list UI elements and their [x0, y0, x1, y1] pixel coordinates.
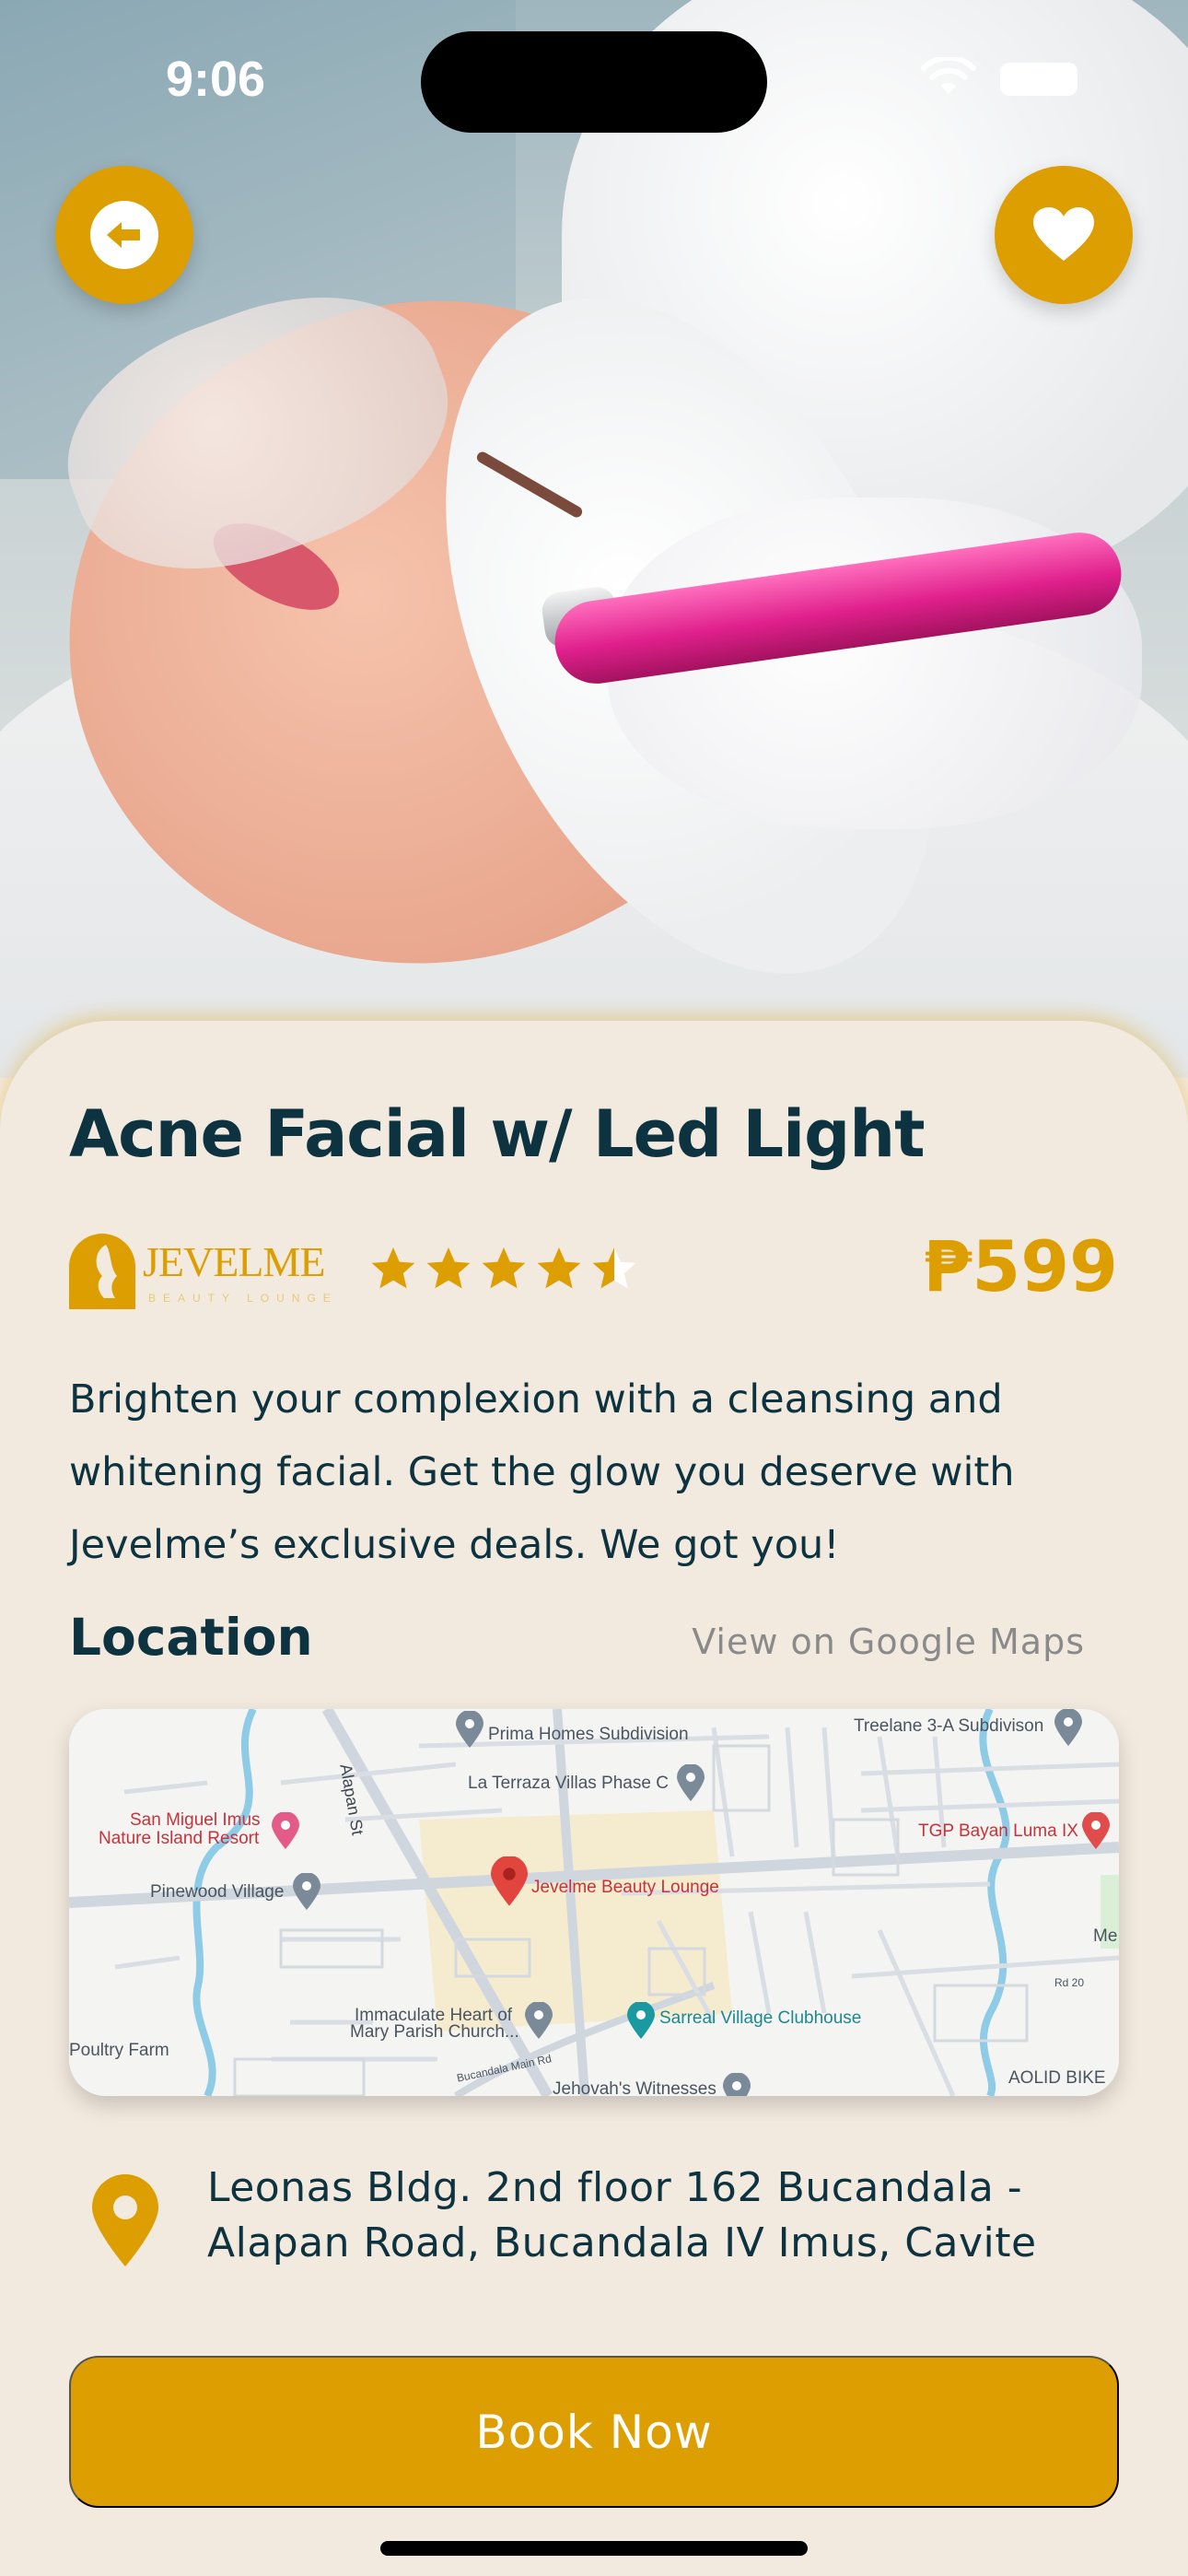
- location-marker-icon: [491, 1856, 528, 1906]
- hero-photo: [0, 0, 1188, 1078]
- battery-icon: [1000, 63, 1077, 96]
- back-arrow-icon: [90, 201, 158, 269]
- map-pin-icon: [456, 1711, 483, 1748]
- map-pin-icon: [723, 2073, 751, 2096]
- map-pin-icon: [1082, 1812, 1110, 1849]
- star-icon: [426, 1247, 471, 1289]
- dynamic-island: [421, 31, 767, 133]
- favorite-button[interactable]: [995, 166, 1133, 304]
- map-label: Jevelme Beauty Lounge: [531, 1878, 719, 1897]
- map-label: TGP Bayan Luma IX: [918, 1821, 1078, 1841]
- service-description: Brighten your complexion with a cleansin…: [69, 1376, 1015, 1568]
- map-label: Mary Parish Church...: [350, 2022, 519, 2042]
- service-price: ₱599: [923, 1225, 1118, 1307]
- status-time: 9:06: [166, 52, 266, 107]
- brand-logo: JEVELME BEAUTY LOUNGE: [69, 1230, 345, 1313]
- map-label: AOLID BIKE: [1008, 2068, 1106, 2088]
- map-label: Nature Island Resort: [99, 1829, 260, 1848]
- map-label: San Miguel Imus: [130, 1810, 261, 1830]
- map-label: Prima Homes Subdivision: [488, 1725, 689, 1744]
- book-now-button[interactable]: Book Now: [69, 2356, 1119, 2508]
- view-on-google-maps-link[interactable]: View on Google Maps: [692, 1622, 1085, 1662]
- svg-text:BEAUTY LOUNGE: BEAUTY LOUNGE: [148, 1292, 338, 1305]
- location-pin-icon: [92, 2174, 158, 2266]
- svg-text:JEVELME: JEVELME: [143, 1238, 324, 1285]
- home-indicator: [380, 2541, 808, 2556]
- map-label: Sarreal Village Clubhouse: [659, 2008, 862, 2028]
- map-pin-icon: [1054, 1709, 1082, 1746]
- half-star-icon: [592, 1247, 636, 1289]
- map-pin-icon: [293, 1873, 320, 1910]
- map-label: Me: [1093, 1926, 1118, 1946]
- star-icon: [537, 1247, 581, 1289]
- service-title: Acne Facial w/ Led Light: [69, 1096, 926, 1172]
- map-pin-icon: [677, 1764, 705, 1801]
- map-label: La Terraza Villas Phase C: [468, 1774, 669, 1793]
- map-label: Jehovah's Witnesses: [553, 2079, 716, 2096]
- map-label: Rd 20: [1054, 1976, 1085, 1989]
- star-icon: [482, 1247, 526, 1289]
- location-heading: Location: [69, 1608, 313, 1667]
- map-pin-icon: [272, 1812, 299, 1849]
- map-label: Treelane 3-A Subdivison: [854, 1716, 1044, 1736]
- map-label: Pinewood Village: [150, 1882, 285, 1902]
- location-map[interactable]: Prima Homes Subdivision Treelane 3-A Sub…: [69, 1709, 1119, 2096]
- back-button[interactable]: [55, 166, 193, 304]
- map-label: Poultry Farm: [69, 2041, 169, 2060]
- address-text: Leonas Bldg. 2nd floor 162 Bucandala - A…: [207, 2164, 1037, 2266]
- map-pin-icon: [525, 2002, 553, 2039]
- wifi-icon: [921, 57, 976, 94]
- star-icon: [371, 1247, 415, 1289]
- heart-icon: [1033, 207, 1094, 261]
- rating-stars: [368, 1244, 639, 1294]
- map-pin-icon: [627, 2002, 655, 2039]
